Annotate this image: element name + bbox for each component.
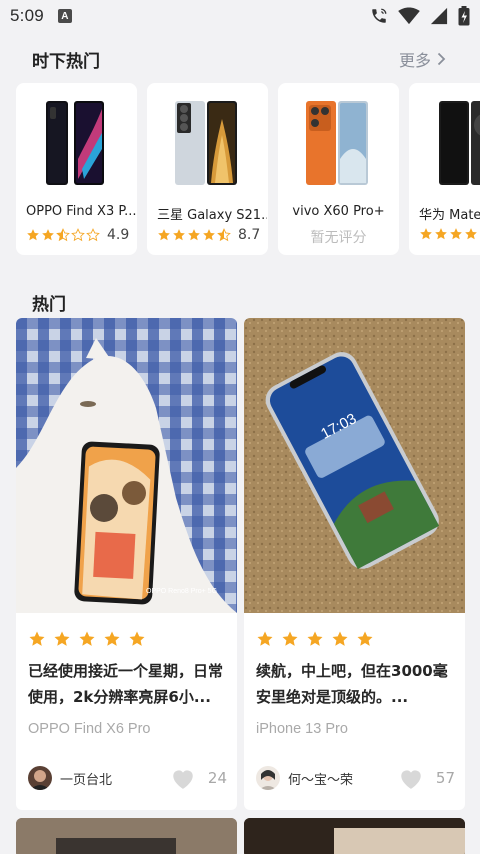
review-photo: OPPO Reno8 Pro+ 5G — [16, 318, 237, 613]
section-title-trending: 时下热门 — [32, 47, 100, 72]
phone-image — [439, 101, 480, 185]
avatar — [28, 766, 52, 790]
like-button[interactable]: 57 — [398, 766, 455, 790]
section-title-text: 热门 — [32, 295, 66, 315]
star-empty-icon — [71, 228, 85, 242]
status-bar: 5:09 A — [0, 0, 480, 32]
product-name: 华为 Mate4 — [419, 208, 480, 223]
no-rating-label: 暂无评分 — [310, 230, 367, 246]
star-full-icon — [173, 229, 185, 241]
chevron-right-icon — [437, 52, 446, 66]
author-name: 一页台北 — [60, 772, 113, 788]
star-half-icon — [217, 228, 231, 242]
star-full-icon — [104, 631, 120, 646]
like-count: 24 — [207, 769, 227, 787]
star-full-icon — [42, 229, 54, 241]
product-name: vivo X60 Pro+ — [292, 204, 385, 219]
review-card-partial[interactable] — [244, 818, 465, 854]
star-full-icon — [203, 229, 215, 241]
like-count: 57 — [435, 769, 455, 787]
product-card[interactable]: 三星 Galaxy S21... 8.7 — [147, 83, 268, 255]
product-name: OPPO Find X3 P... — [26, 204, 136, 219]
star-full-icon — [79, 631, 95, 646]
product-card[interactable]: vivo X60 Pro+ 暂无评分 — [278, 83, 399, 255]
star-full-icon — [282, 631, 298, 646]
star-full-icon — [158, 229, 170, 241]
notification-a-icon: A — [57, 9, 72, 23]
star-full-icon — [129, 631, 145, 646]
photo-watermark: OPPO Reno8 Pro+ 5G — [146, 588, 218, 595]
product-score: 4.9 — [107, 227, 130, 243]
product-rating: 8.7 — [157, 227, 260, 243]
review-rating — [256, 630, 374, 648]
review-card[interactable]: OPPO Reno8 Pro+ 5G 已经使用接近一个星期，日常使用，2k分辨率… — [16, 318, 237, 810]
review-text: 续航，中上吧，但在3000毫安里绝对是顶级的。... — [256, 662, 448, 706]
phone-image — [46, 101, 104, 185]
app-screen: { "status": {"time": "5:09", "badge": "A… — [0, 0, 480, 854]
phone-image — [175, 101, 237, 185]
heart-icon — [401, 770, 421, 789]
product-name: 三星 Galaxy S21... — [157, 208, 267, 223]
star-full-icon — [29, 631, 45, 646]
star-full-icon — [435, 228, 447, 240]
star-full-icon — [450, 228, 462, 240]
review-author[interactable]: 一页台北 — [28, 766, 112, 790]
avatar — [256, 766, 280, 790]
section-title-text: 时下热门 — [32, 52, 100, 72]
wifi-calling-icon — [372, 8, 387, 23]
review-card-partial[interactable] — [16, 818, 237, 854]
review-card[interactable]: 17:03 续航，中上吧，但在3000毫安里绝对是顶级的。... iPhone … — [244, 318, 465, 810]
author-name: 何～宝～荣 — [288, 772, 354, 788]
product-card[interactable]: 华为 Mate4 — [409, 83, 480, 255]
battery-icon — [458, 6, 470, 26]
star-full-icon — [307, 631, 323, 646]
star-full-icon — [27, 229, 39, 241]
section-title-hot: 热门 — [32, 290, 66, 315]
star-full-icon — [420, 228, 432, 240]
star-full-icon — [54, 631, 70, 646]
wifi-icon — [398, 7, 420, 25]
review-model[interactable]: iPhone 13 Pro — [256, 721, 348, 737]
product-rating — [419, 227, 478, 241]
more-button[interactable]: 更多 — [399, 47, 446, 71]
star-half-icon — [56, 228, 70, 242]
star-full-icon — [465, 228, 477, 240]
star-full-icon — [188, 229, 200, 241]
product-score: 8.7 — [238, 227, 261, 243]
trending-products-list: OPPO Find X3 P... 4.9 三星 Galaxy S21... 8… — [16, 83, 480, 255]
phone-image — [306, 101, 368, 185]
star-full-icon — [332, 631, 348, 646]
star-full-icon — [257, 631, 273, 646]
review-text: 已经使用接近一个星期，日常使用，2k分辨率亮屏6小... — [28, 662, 224, 706]
star-full-icon — [357, 631, 373, 646]
signal-icon — [430, 7, 448, 25]
more-label: 更多 — [398, 51, 431, 70]
review-photo: 17:03 — [244, 318, 465, 613]
review-model[interactable]: OPPO Find X6 Pro — [28, 721, 151, 737]
star-empty-icon — [86, 228, 100, 242]
heart-icon — [173, 770, 193, 789]
review-author[interactable]: 何～宝～荣 — [256, 766, 353, 790]
product-rating: 4.9 — [26, 227, 129, 243]
like-button[interactable]: 24 — [170, 766, 227, 790]
status-time: 5:09 — [10, 6, 44, 25]
product-card[interactable]: OPPO Find X3 P... 4.9 — [16, 83, 137, 255]
review-rating — [28, 630, 146, 648]
